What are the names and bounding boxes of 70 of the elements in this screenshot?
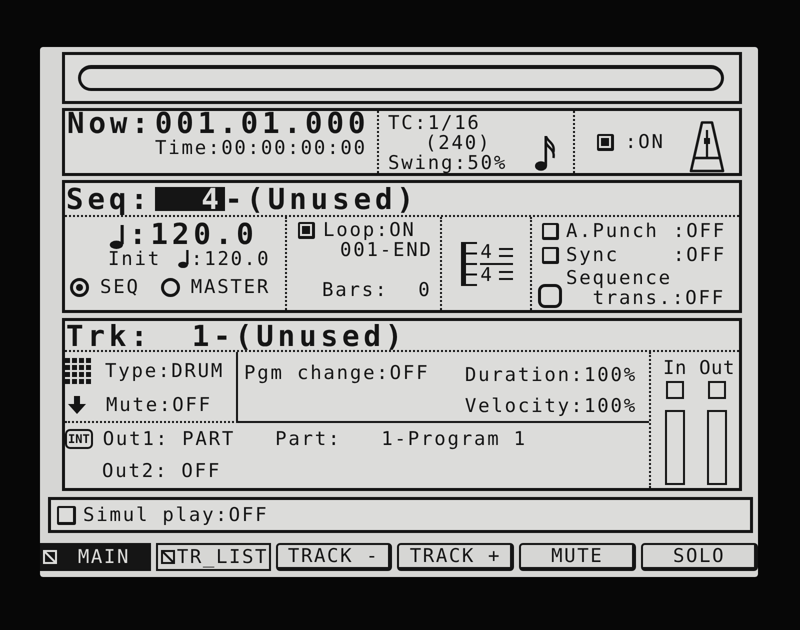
metronome-value: :ON xyxy=(625,132,665,152)
option-value: :OFF xyxy=(673,245,726,265)
timing-correct-label: TC:1/16 xyxy=(388,113,481,133)
output-1-label: Out1: PART xyxy=(102,429,236,449)
now-label: Now: xyxy=(67,108,153,138)
position-readout: 001.01.000 xyxy=(154,108,370,138)
quarter-note-icon xyxy=(109,225,125,249)
track-mute: Mute:OFF xyxy=(106,395,212,415)
pad-grid-icon xyxy=(65,358,91,384)
track-name: 1-(Unused) xyxy=(192,320,406,350)
part-label: Part: xyxy=(275,429,342,449)
option-label: Sequence xyxy=(566,268,673,288)
peak-indicator xyxy=(666,381,684,399)
meter-label: Out xyxy=(699,358,735,378)
staff-lines-icon xyxy=(498,248,513,256)
staff-lines-icon xyxy=(498,270,513,280)
peak-indicator xyxy=(708,381,726,399)
radio-button[interactable] xyxy=(160,278,180,296)
output-badge: INT xyxy=(65,429,93,449)
soft-key-button[interactable]: MUTE xyxy=(519,543,636,571)
time-signature-numerator: 4 xyxy=(480,242,494,262)
page-tab[interactable]: TR_LIST xyxy=(156,543,271,571)
checkbox[interactable] xyxy=(57,506,76,524)
soft-key-button[interactable]: SOLO xyxy=(641,543,758,571)
option-label: trans. xyxy=(592,288,672,308)
soft-key-button[interactable]: TRACK + xyxy=(397,543,514,571)
radio-label: MASTER xyxy=(190,277,270,297)
program-change-label: Pgm change:OFF xyxy=(244,363,430,386)
corner-icon xyxy=(160,550,175,564)
page-tab[interactable]: MAIN xyxy=(40,543,151,571)
radio-label: SEQ xyxy=(100,277,140,297)
loop-range: 001-END xyxy=(340,240,434,260)
meter-label: In xyxy=(663,358,687,378)
checkbox[interactable] xyxy=(597,134,614,150)
track-label: Trk: xyxy=(66,320,152,350)
track-type: Type:DRUM xyxy=(105,361,224,381)
checkbox[interactable] xyxy=(542,222,559,240)
corner-icon xyxy=(43,550,57,564)
radio-button[interactable] xyxy=(70,278,89,296)
ticks-label: (240) xyxy=(425,133,492,153)
simul-play-label: Simul play:OFF xyxy=(83,505,268,525)
option-value: :OFF xyxy=(673,221,726,241)
staff-bracket-icon xyxy=(461,242,478,286)
music-note-icon xyxy=(535,135,557,171)
checkbox[interactable] xyxy=(538,284,562,308)
time-readout: Time:00:00:00:00 xyxy=(155,137,367,159)
bars-label: Bars: xyxy=(322,280,388,300)
duration-label: Duration:100% xyxy=(464,365,637,385)
option-label: Sync xyxy=(566,245,620,265)
seq-label: Seq: xyxy=(66,184,152,214)
option-label: A.Punch xyxy=(566,221,660,241)
velocity-label: Velocity:100% xyxy=(464,396,637,416)
seq-number-field[interactable]: 4 xyxy=(154,187,225,211)
soft-key-button[interactable]: TRACK - xyxy=(276,543,392,571)
output-2-label: Out2: OFF xyxy=(102,461,222,481)
quarter-note-icon xyxy=(176,250,190,268)
checkbox[interactable] xyxy=(298,222,315,238)
option-value: :OFF xyxy=(672,288,725,308)
loop-label: Loop:ON xyxy=(323,220,416,240)
init-label: Init xyxy=(108,249,161,269)
init-tempo-value: :120.0 xyxy=(190,249,270,269)
checkbox[interactable] xyxy=(542,246,559,264)
down-arrow-icon xyxy=(68,396,86,414)
metronome-icon xyxy=(689,121,725,173)
time-signature-denominator: 4 xyxy=(480,265,494,285)
bars-value: 0 xyxy=(418,280,432,300)
swing-label: Swing:50% xyxy=(388,153,508,173)
part-value: 1-Program 1 xyxy=(381,429,527,449)
seq-name: -(Unused) xyxy=(224,184,418,214)
tempo-readout: :120.0 xyxy=(129,219,258,249)
